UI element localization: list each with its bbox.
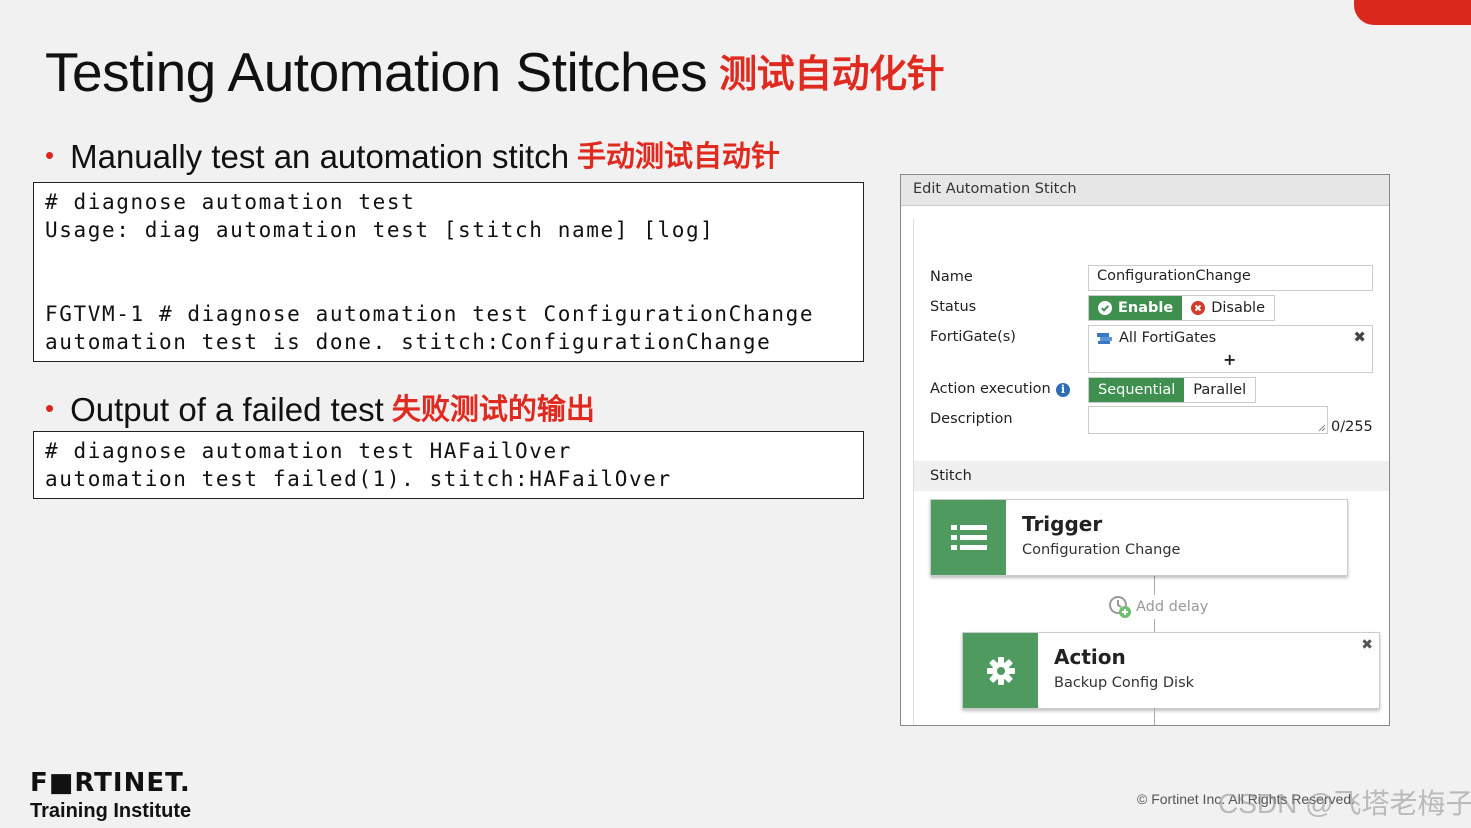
panel-header: Edit Automation Stitch: [901, 175, 1389, 206]
trigger-text: Trigger Configuration Change: [1006, 500, 1180, 575]
fortinet-logo: F■RTINET.: [30, 768, 191, 798]
slide-title: Testing Automation Stitches 测试自动化针: [45, 40, 945, 104]
bullet-manual-test-cn: 手动测试自动针: [577, 141, 781, 173]
action-card[interactable]: Action Backup Config Disk ✖: [962, 632, 1380, 709]
sequential-button[interactable]: Sequential: [1089, 378, 1185, 402]
action-execution-label: Action execution: [930, 381, 1051, 397]
action-execution-toggle[interactable]: Sequential Parallel: [1088, 377, 1257, 403]
trigger-card[interactable]: Trigger Configuration Change: [930, 499, 1348, 576]
bullet-failed-test-text: Output of a failed test: [70, 391, 384, 428]
stitch-section-header: Stitch: [914, 461, 1389, 491]
list-icon: [950, 524, 987, 550]
code-block-failed-test: # diagnose automation test HAFailOver au…: [33, 431, 864, 499]
status-disable-button[interactable]: Disable: [1182, 296, 1274, 320]
trigger-icon-block: [931, 500, 1006, 575]
fortigates-select[interactable]: All FortiGates ✖ +: [1088, 325, 1373, 373]
csdn-watermark: CSDN @飞塔老梅子: [1218, 788, 1471, 819]
bullet-failed-test-cn: 失败测试的输出: [391, 394, 595, 426]
name-label: Name: [930, 269, 973, 285]
status-disable-label: Disable: [1211, 300, 1265, 316]
add-delay-label: Add delay: [1136, 599, 1209, 615]
parallel-button[interactable]: Parallel: [1184, 378, 1255, 402]
panel-form: Name ConfigurationChange Status Enable D…: [913, 219, 1389, 725]
bullet-manual-test: • Manually test an automation stitch 手动测试自…: [45, 133, 780, 176]
resize-handle-icon[interactable]: [1318, 424, 1326, 432]
code-line: # diagnose automation test HAFailOver: [45, 439, 572, 463]
fortigates-entry: All FortiGates: [1097, 330, 1216, 346]
status-enable-label: Enable: [1118, 300, 1174, 316]
remove-fortigate-icon[interactable]: ✖: [1353, 328, 1366, 346]
code-line: automation test is done. stitch:Configur…: [45, 330, 772, 354]
slide-title-text: Testing Automation Stitches: [45, 41, 708, 103]
clock-add-icon: [1109, 596, 1131, 618]
description-textarea[interactable]: [1088, 406, 1328, 434]
corner-accent-tab: [1354, 0, 1471, 25]
code-line: FGTVM-1 # diagnose automation test Confi…: [45, 302, 815, 326]
description-char-count: 0/255: [1331, 419, 1373, 435]
bullet-dot: •: [45, 140, 55, 170]
action-text: Action Backup Config Disk: [1038, 633, 1194, 708]
status-label: Status: [930, 299, 977, 315]
add-delay-button[interactable]: Add delay: [1106, 595, 1211, 619]
action-subtitle: Backup Config Disk: [1054, 675, 1195, 691]
x-circle-icon: [1191, 301, 1206, 315]
name-input[interactable]: ConfigurationChange: [1088, 265, 1373, 291]
code-line: Usage: diag automation test [stitch name…: [45, 218, 715, 242]
bullet-failed-test: • Output of a failed test 失败测试的输出: [45, 386, 595, 429]
training-institute-label: Training Institute: [30, 800, 192, 822]
remove-action-icon[interactable]: ✖: [1361, 637, 1373, 653]
action-title: Action: [1054, 645, 1126, 669]
edit-automation-stitch-panel: Edit Automation Stitch Name Configuratio…: [900, 174, 1390, 726]
trigger-subtitle: Configuration Change: [1022, 542, 1181, 558]
check-circle-icon: [1098, 301, 1112, 315]
bullet-manual-test-text: Manually test an automation stitch: [70, 138, 570, 175]
fortigates-value: All FortiGates: [1119, 330, 1217, 346]
code-block-manual-test: # diagnose automation test Usage: diag a…: [33, 182, 864, 362]
status-enable-button[interactable]: Enable: [1089, 296, 1183, 320]
gear-icon: [986, 656, 1015, 685]
code-line: # diagnose automation test: [45, 190, 416, 214]
slide-title-cn: 测试自动化针: [719, 54, 945, 96]
bullet-dot: •: [45, 393, 55, 423]
info-icon[interactable]: i: [1056, 383, 1070, 397]
status-toggle[interactable]: Enable Disable: [1088, 295, 1275, 321]
name-input-value: ConfigurationChange: [1097, 268, 1251, 284]
trigger-title: Trigger: [1022, 512, 1103, 536]
add-fortigate-icon[interactable]: +: [1223, 350, 1236, 369]
stitch-connector-line-bottom: [1154, 708, 1155, 725]
fortigate-device-icon: [1097, 332, 1112, 344]
action-icon-block: [963, 633, 1038, 708]
code-line: automation test failed(1). stitch:HAFail…: [45, 467, 672, 491]
description-label: Description: [930, 411, 1013, 427]
fortigates-label: FortiGate(s): [930, 329, 1016, 345]
